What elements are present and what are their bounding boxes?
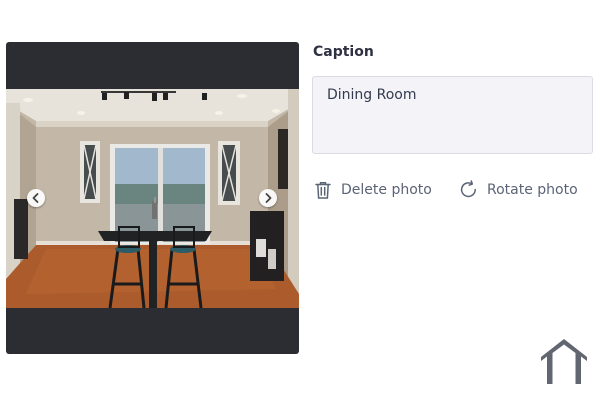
rotate-icon <box>460 180 476 198</box>
photo-editor: Caption Dining Room Delete photo Rotate … <box>0 0 600 395</box>
caption-label: Caption <box>313 44 374 60</box>
trash-icon <box>315 182 331 199</box>
next-photo-button[interactable] <box>259 189 277 207</box>
chevron-right-icon <box>265 193 272 203</box>
rotate-photo-button[interactable]: Rotate photo <box>459 178 578 202</box>
delete-photo-button[interactable]: Delete photo <box>313 178 432 202</box>
house-logo <box>541 339 587 384</box>
dining-room-photo <box>6 89 299 308</box>
delete-photo-label: Delete photo <box>341 182 432 198</box>
photo-viewer <box>6 42 299 354</box>
caption-input[interactable]: Dining Room <box>312 76 593 154</box>
rotate-photo-label: Rotate photo <box>487 182 578 198</box>
chevron-left-icon <box>32 193 39 203</box>
previous-photo-button[interactable] <box>27 189 45 207</box>
